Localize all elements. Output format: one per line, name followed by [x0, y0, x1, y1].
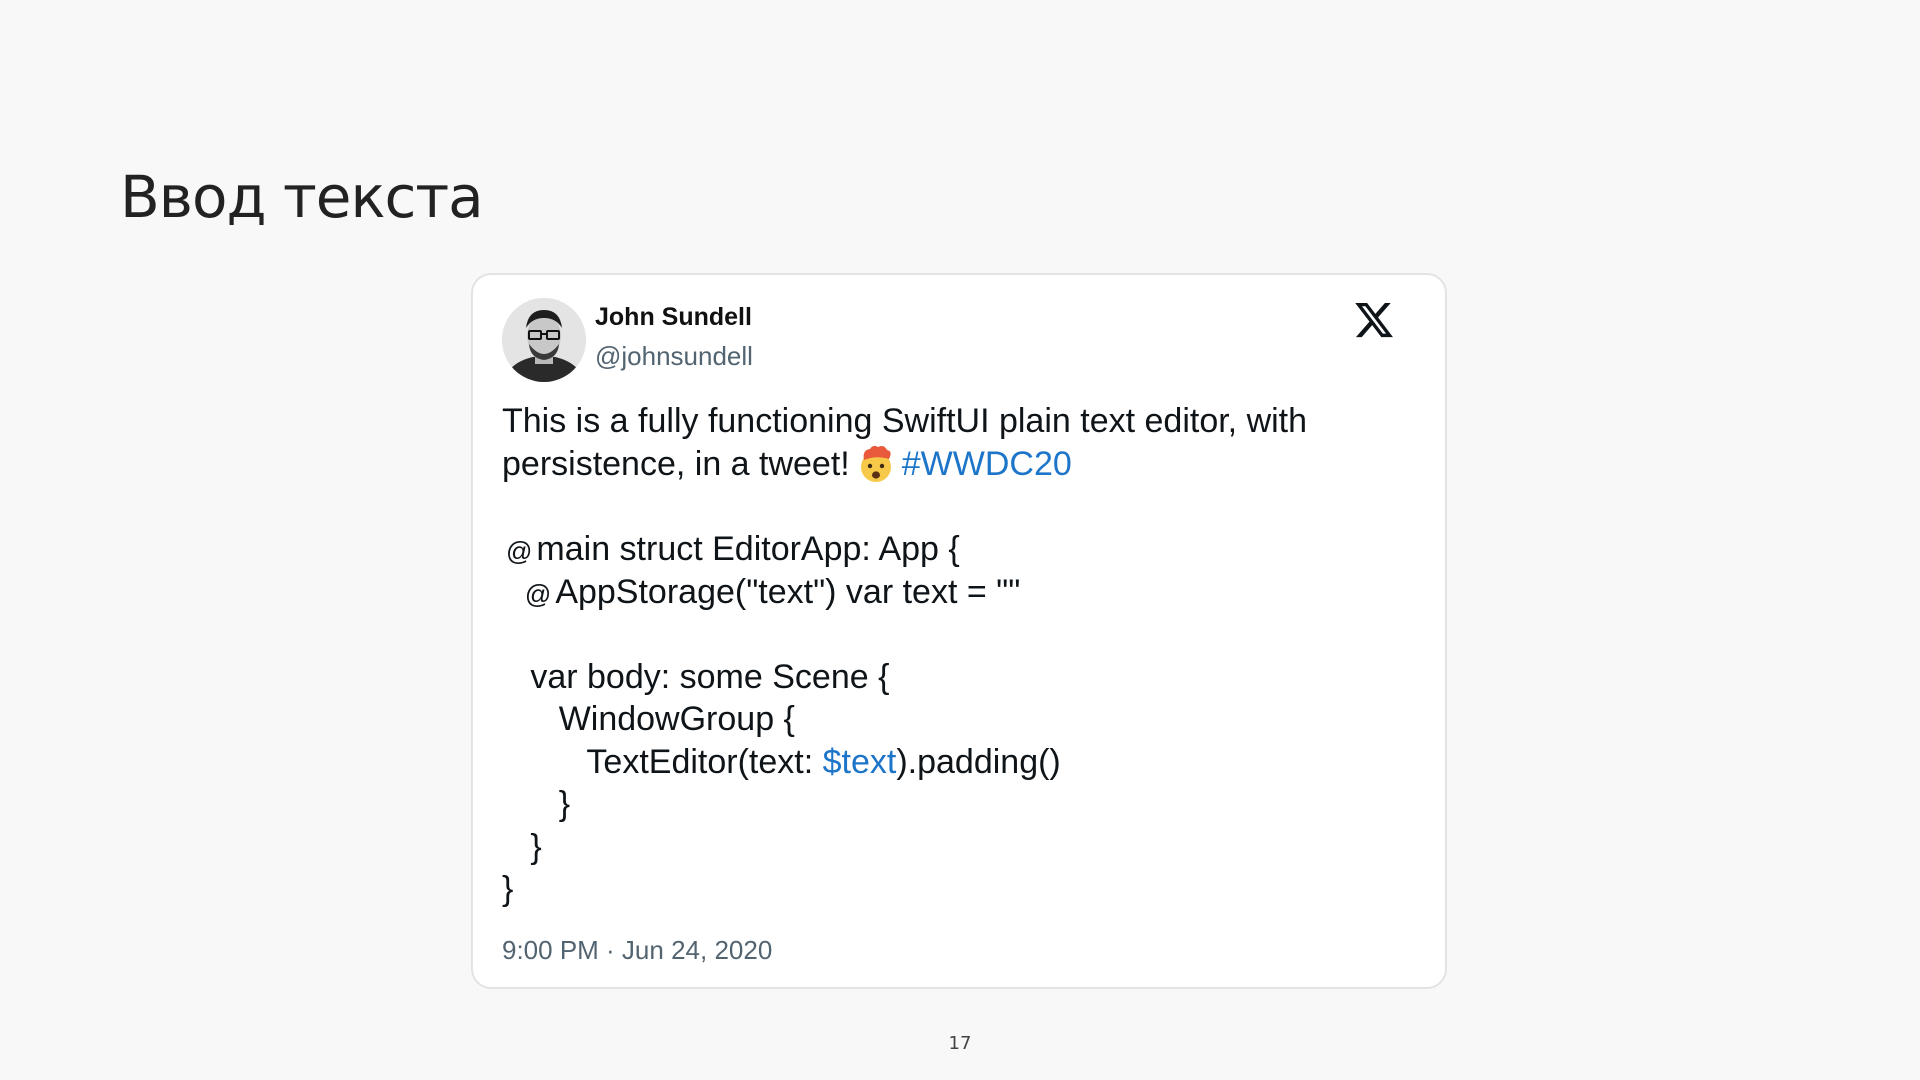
at-sign: @	[524, 578, 552, 609]
code-line: }	[502, 826, 1061, 869]
tweet-text: This is a fully functioning SwiftUI plai…	[502, 400, 1307, 486]
code-line: TextEditor(text: $text).padding()	[502, 741, 1061, 784]
avatar[interactable]	[502, 298, 586, 382]
code-line: WindowGroup {	[502, 698, 1061, 741]
author-name[interactable]: John Sundell	[595, 303, 752, 332]
code-line: }	[502, 868, 1061, 911]
tweet-text-line: This is a fully functioning SwiftUI plai…	[502, 402, 1308, 440]
code-text: var body: some Scene {	[530, 657, 890, 696]
code-text: }	[502, 870, 514, 908]
tweet-timestamp[interactable]: 9:00 PM · Jun 24, 2020	[502, 935, 772, 966]
code-line: @ AppStorage("text") var text = ""	[502, 571, 1061, 614]
code-text: }	[530, 827, 542, 866]
code-line: var body: some Scene {	[502, 656, 1061, 699]
code-line: }	[502, 783, 1061, 826]
code-text: main struct EditorApp: App {	[536, 530, 960, 568]
code-line: @ main struct EditorApp: App {	[502, 528, 1061, 571]
page-number: 17	[948, 1033, 972, 1054]
code-variable-link[interactable]: $text	[823, 743, 897, 781]
slide-title: Ввод текста	[120, 163, 484, 231]
code-block: @ main struct EditorApp: App { @ AppStorag…	[502, 528, 1061, 911]
code-text: TextEditor(text:	[586, 742, 823, 781]
tweet-card[interactable]: John Sundell @johnsundell This is a full…	[471, 273, 1447, 989]
hashtag-link[interactable]: #WWDC20	[902, 445, 1072, 483]
tweet-text-segment: persistence, in a tweet!	[502, 445, 850, 483]
author-handle[interactable]: @johnsundell	[595, 341, 753, 372]
code-text: }	[558, 785, 571, 823]
at-sign: @	[506, 536, 533, 566]
x-logo-icon[interactable]	[1353, 299, 1395, 341]
code-text: WindowGroup {	[558, 700, 795, 738]
exploding-head-emoji-icon	[856, 444, 896, 484]
code-text: ).padding()	[896, 742, 1061, 781]
code-text: AppStorage("text") var text = ""	[555, 572, 1021, 611]
tweet-text-line: persistence, in a tweet! #WWDC20	[502, 443, 1307, 486]
